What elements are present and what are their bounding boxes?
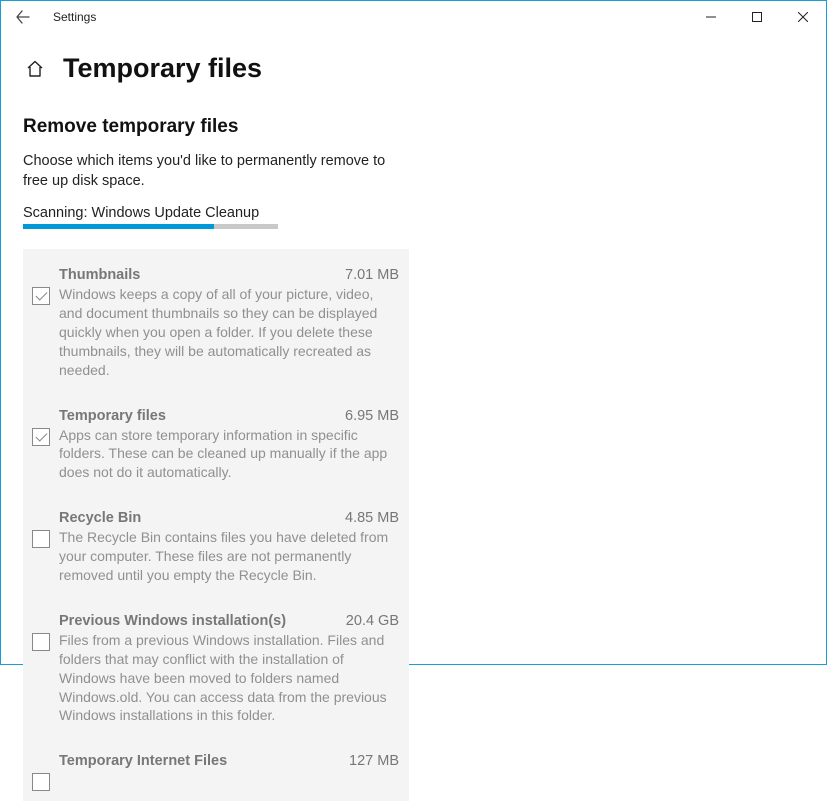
- minimize-button[interactable]: [688, 1, 734, 33]
- item-head: Temporary files 6.95 MB: [59, 408, 399, 424]
- item-title: Thumbnails: [59, 267, 140, 283]
- item-desc: Files from a previous Windows installati…: [59, 631, 399, 725]
- item-body: Thumbnails 7.01 MB Windows keeps a copy of…: [55, 267, 399, 379]
- checkbox-wrap: [27, 267, 55, 379]
- home-button[interactable]: [23, 57, 47, 81]
- page-header: Temporary files: [1, 33, 826, 94]
- list-item: Temporary Internet Files 127 MB: [23, 735, 409, 801]
- item-size: 6.95 MB: [345, 408, 399, 424]
- back-arrow-icon: [16, 10, 30, 24]
- item-body: Temporary files 6.95 MB Apps can store tem…: [55, 408, 399, 483]
- home-icon: [25, 59, 45, 79]
- minimize-icon: [706, 12, 716, 22]
- back-button[interactable]: [9, 10, 37, 24]
- checkbox-wrap: [27, 408, 55, 483]
- item-size: 127 MB: [349, 753, 399, 769]
- content: Remove temporary files Choose which item…: [1, 94, 431, 801]
- item-body: Recycle Bin 4.85 MB The Recycle Bin contai…: [55, 510, 399, 585]
- item-desc: Windows keeps a copy of all of your pict…: [59, 285, 399, 379]
- maximize-icon: [752, 12, 762, 22]
- checkbox[interactable]: [32, 773, 50, 791]
- item-desc: The Recycle Bin contains files you have …: [59, 528, 399, 585]
- checkbox[interactable]: [32, 287, 50, 305]
- checkbox-wrap: [27, 753, 55, 791]
- item-title: Temporary files: [59, 408, 166, 424]
- item-size: 20.4 GB: [346, 613, 399, 629]
- list-item: Previous Windows installation(s) 20.4 GB F…: [23, 595, 409, 735]
- checkbox[interactable]: [32, 428, 50, 446]
- checkbox[interactable]: [32, 633, 50, 651]
- item-size: 4.85 MB: [345, 510, 399, 526]
- list-item: Thumbnails 7.01 MB Windows keeps a copy of…: [23, 249, 409, 389]
- close-button[interactable]: [780, 1, 826, 33]
- section-title: Remove temporary files: [23, 116, 409, 138]
- page-title: Temporary files: [63, 53, 262, 84]
- item-body: Temporary Internet Files 127 MB: [55, 753, 399, 791]
- section-description: Choose which items you'd like to permane…: [23, 152, 393, 191]
- item-head: Recycle Bin 4.85 MB: [59, 510, 399, 526]
- close-icon: [798, 12, 808, 22]
- scan-status: Scanning: Windows Update Cleanup: [23, 205, 409, 221]
- item-title: Previous Windows installation(s): [59, 613, 286, 629]
- item-head: Temporary Internet Files 127 MB: [59, 753, 399, 769]
- checkbox-wrap: [27, 613, 55, 725]
- item-title: Recycle Bin: [59, 510, 141, 526]
- item-head: Thumbnails 7.01 MB: [59, 267, 399, 283]
- progress-bar: [23, 224, 278, 229]
- item-desc: Apps can store temporary information in …: [59, 426, 399, 483]
- item-body: Previous Windows installation(s) 20.4 GB F…: [55, 613, 399, 725]
- item-size: 7.01 MB: [345, 267, 399, 283]
- checkbox-wrap: [27, 510, 55, 585]
- item-title: Temporary Internet Files: [59, 753, 227, 769]
- item-list: Thumbnails 7.01 MB Windows keeps a copy of…: [23, 249, 409, 801]
- window-title: Settings: [53, 10, 96, 24]
- item-head: Previous Windows installation(s) 20.4 GB: [59, 613, 399, 629]
- list-item: Recycle Bin 4.85 MB The Recycle Bin contai…: [23, 492, 409, 595]
- list-item: Temporary files 6.95 MB Apps can store tem…: [23, 390, 409, 493]
- window-controls: [688, 1, 826, 33]
- progress-fill: [23, 224, 214, 229]
- checkbox[interactable]: [32, 530, 50, 548]
- maximize-button[interactable]: [734, 1, 780, 33]
